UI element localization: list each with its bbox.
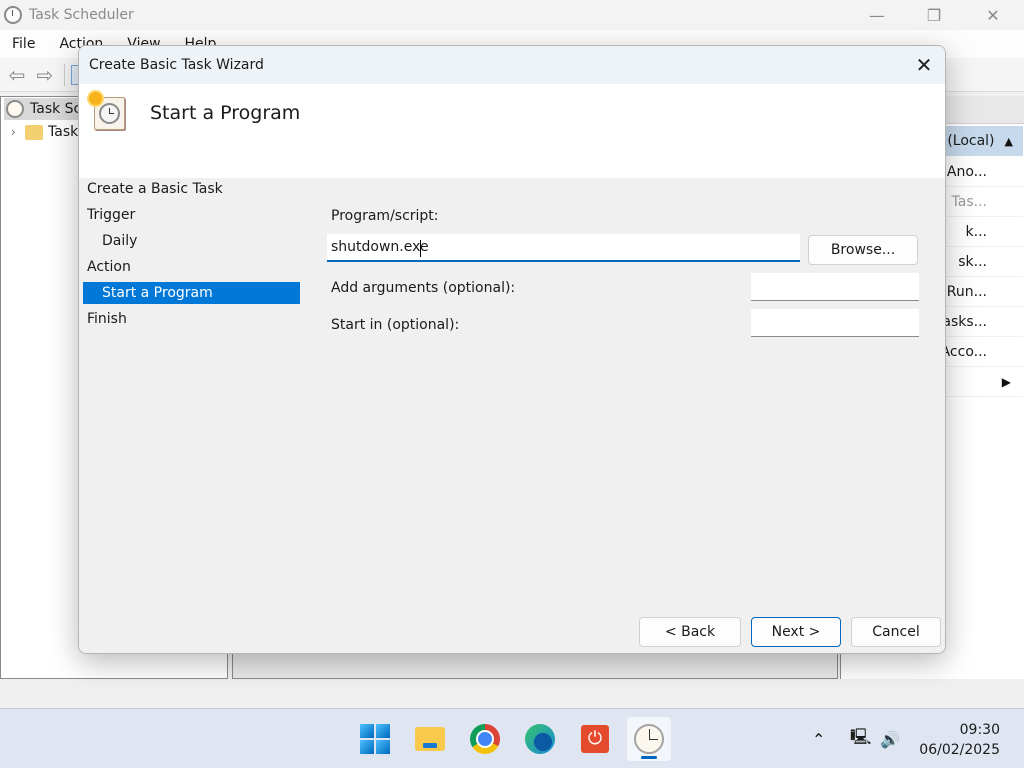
running-indicator: [641, 756, 657, 759]
close-icon: ✕: [915, 53, 933, 77]
taskbar-file-explorer[interactable]: [408, 717, 452, 761]
create-basic-task-wizard: Create Basic Task Wizard ✕ Start a Progr…: [78, 45, 946, 654]
clock-date: 06/02/2025: [919, 742, 1000, 758]
text-caret: [420, 240, 421, 257]
tray-clock[interactable]: 09:30 06/02/2025: [919, 720, 1000, 760]
clock-icon: [634, 724, 664, 754]
start-in-label: Start in (optional):: [331, 317, 460, 333]
chevron-up-icon: ⌃: [812, 729, 826, 749]
taskbar: ⏻ ⌃ 🖳 🔊 09:30 06/02/2025: [0, 708, 1024, 768]
tray-network-button[interactable]: 🖳: [850, 709, 871, 768]
close-icon: ✕: [986, 5, 1000, 25]
step-daily[interactable]: Daily: [83, 230, 300, 252]
forward-arrow-icon[interactable]: ⇨: [34, 64, 56, 86]
taskbar-task-scheduler[interactable]: [627, 717, 671, 761]
step-trigger[interactable]: Trigger: [83, 204, 300, 226]
step-finish[interactable]: Finish: [83, 308, 300, 330]
taskbar-chrome[interactable]: [463, 717, 507, 761]
chevron-right-icon[interactable]: ›: [11, 125, 25, 139]
action-label: Acco...: [940, 343, 987, 360]
menu-file[interactable]: File: [0, 36, 47, 52]
back-arrow-icon[interactable]: ⇦: [6, 64, 28, 86]
add-arguments-label: Add arguments (optional):: [331, 280, 516, 296]
edge-icon: [525, 724, 555, 754]
windows-start-icon: [360, 724, 390, 754]
wizard-page-heading: Start a Program: [150, 102, 301, 124]
step-action[interactable]: Action: [83, 256, 300, 278]
program-script-label: Program/script:: [331, 208, 439, 224]
minimize-button[interactable]: —: [847, 0, 907, 30]
step-create-basic-task[interactable]: Create a Basic Task: [83, 178, 300, 200]
action-label: k...: [965, 223, 987, 240]
chrome-icon: [470, 724, 500, 754]
app-title: Task Scheduler: [29, 7, 134, 23]
volume-icon: 🔊: [880, 729, 900, 749]
minimize-icon: —: [869, 5, 885, 25]
cancel-button[interactable]: Cancel: [851, 617, 941, 647]
taskbar-edge[interactable]: [518, 717, 562, 761]
folder-icon: [415, 727, 445, 751]
clock-icon: [6, 100, 24, 118]
power-icon: ⏻: [581, 725, 609, 753]
taskbar-shutdown[interactable]: ⏻: [573, 717, 617, 761]
submenu-arrow-icon: ▶: [1001, 374, 1011, 389]
taskbar-start[interactable]: [353, 717, 397, 761]
actions-section-label: (Local): [947, 133, 995, 149]
app-titlebar: Task Scheduler — ❐ ✕: [0, 0, 1024, 30]
wizard-header: Start a Program: [79, 84, 945, 178]
step-start-a-program[interactable]: Start a Program: [83, 282, 300, 304]
program-script-input[interactable]: [327, 234, 800, 262]
clock-time: 09:30: [959, 722, 1000, 738]
close-window-button[interactable]: ✕: [963, 0, 1023, 30]
wizard-title: Create Basic Task Wizard: [89, 57, 264, 73]
wizard-titlebar: Create Basic Task Wizard ✕: [79, 46, 945, 84]
collapse-triangle-icon[interactable]: ▲: [1005, 135, 1013, 148]
task-scheduler-app-icon: [4, 6, 22, 24]
add-arguments-input[interactable]: [751, 273, 919, 301]
back-button[interactable]: < Back: [639, 617, 741, 647]
start-in-input[interactable]: [751, 309, 919, 337]
network-icon: 🖳: [850, 726, 872, 746]
tray-volume-button[interactable]: 🔊: [880, 709, 900, 768]
maximize-button[interactable]: ❐: [904, 0, 964, 30]
action-label: sk...: [958, 253, 987, 270]
toolbar-separator: [64, 63, 65, 86]
next-button[interactable]: Next >: [751, 617, 841, 647]
new-task-clock-icon: [89, 92, 127, 132]
wizard-close-button[interactable]: ✕: [909, 50, 939, 80]
folder-clock-icon: [25, 124, 43, 140]
browse-button[interactable]: Browse...: [808, 235, 918, 265]
tray-overflow-button[interactable]: ⌃: [812, 709, 825, 768]
restore-icon: ❐: [926, 5, 942, 25]
